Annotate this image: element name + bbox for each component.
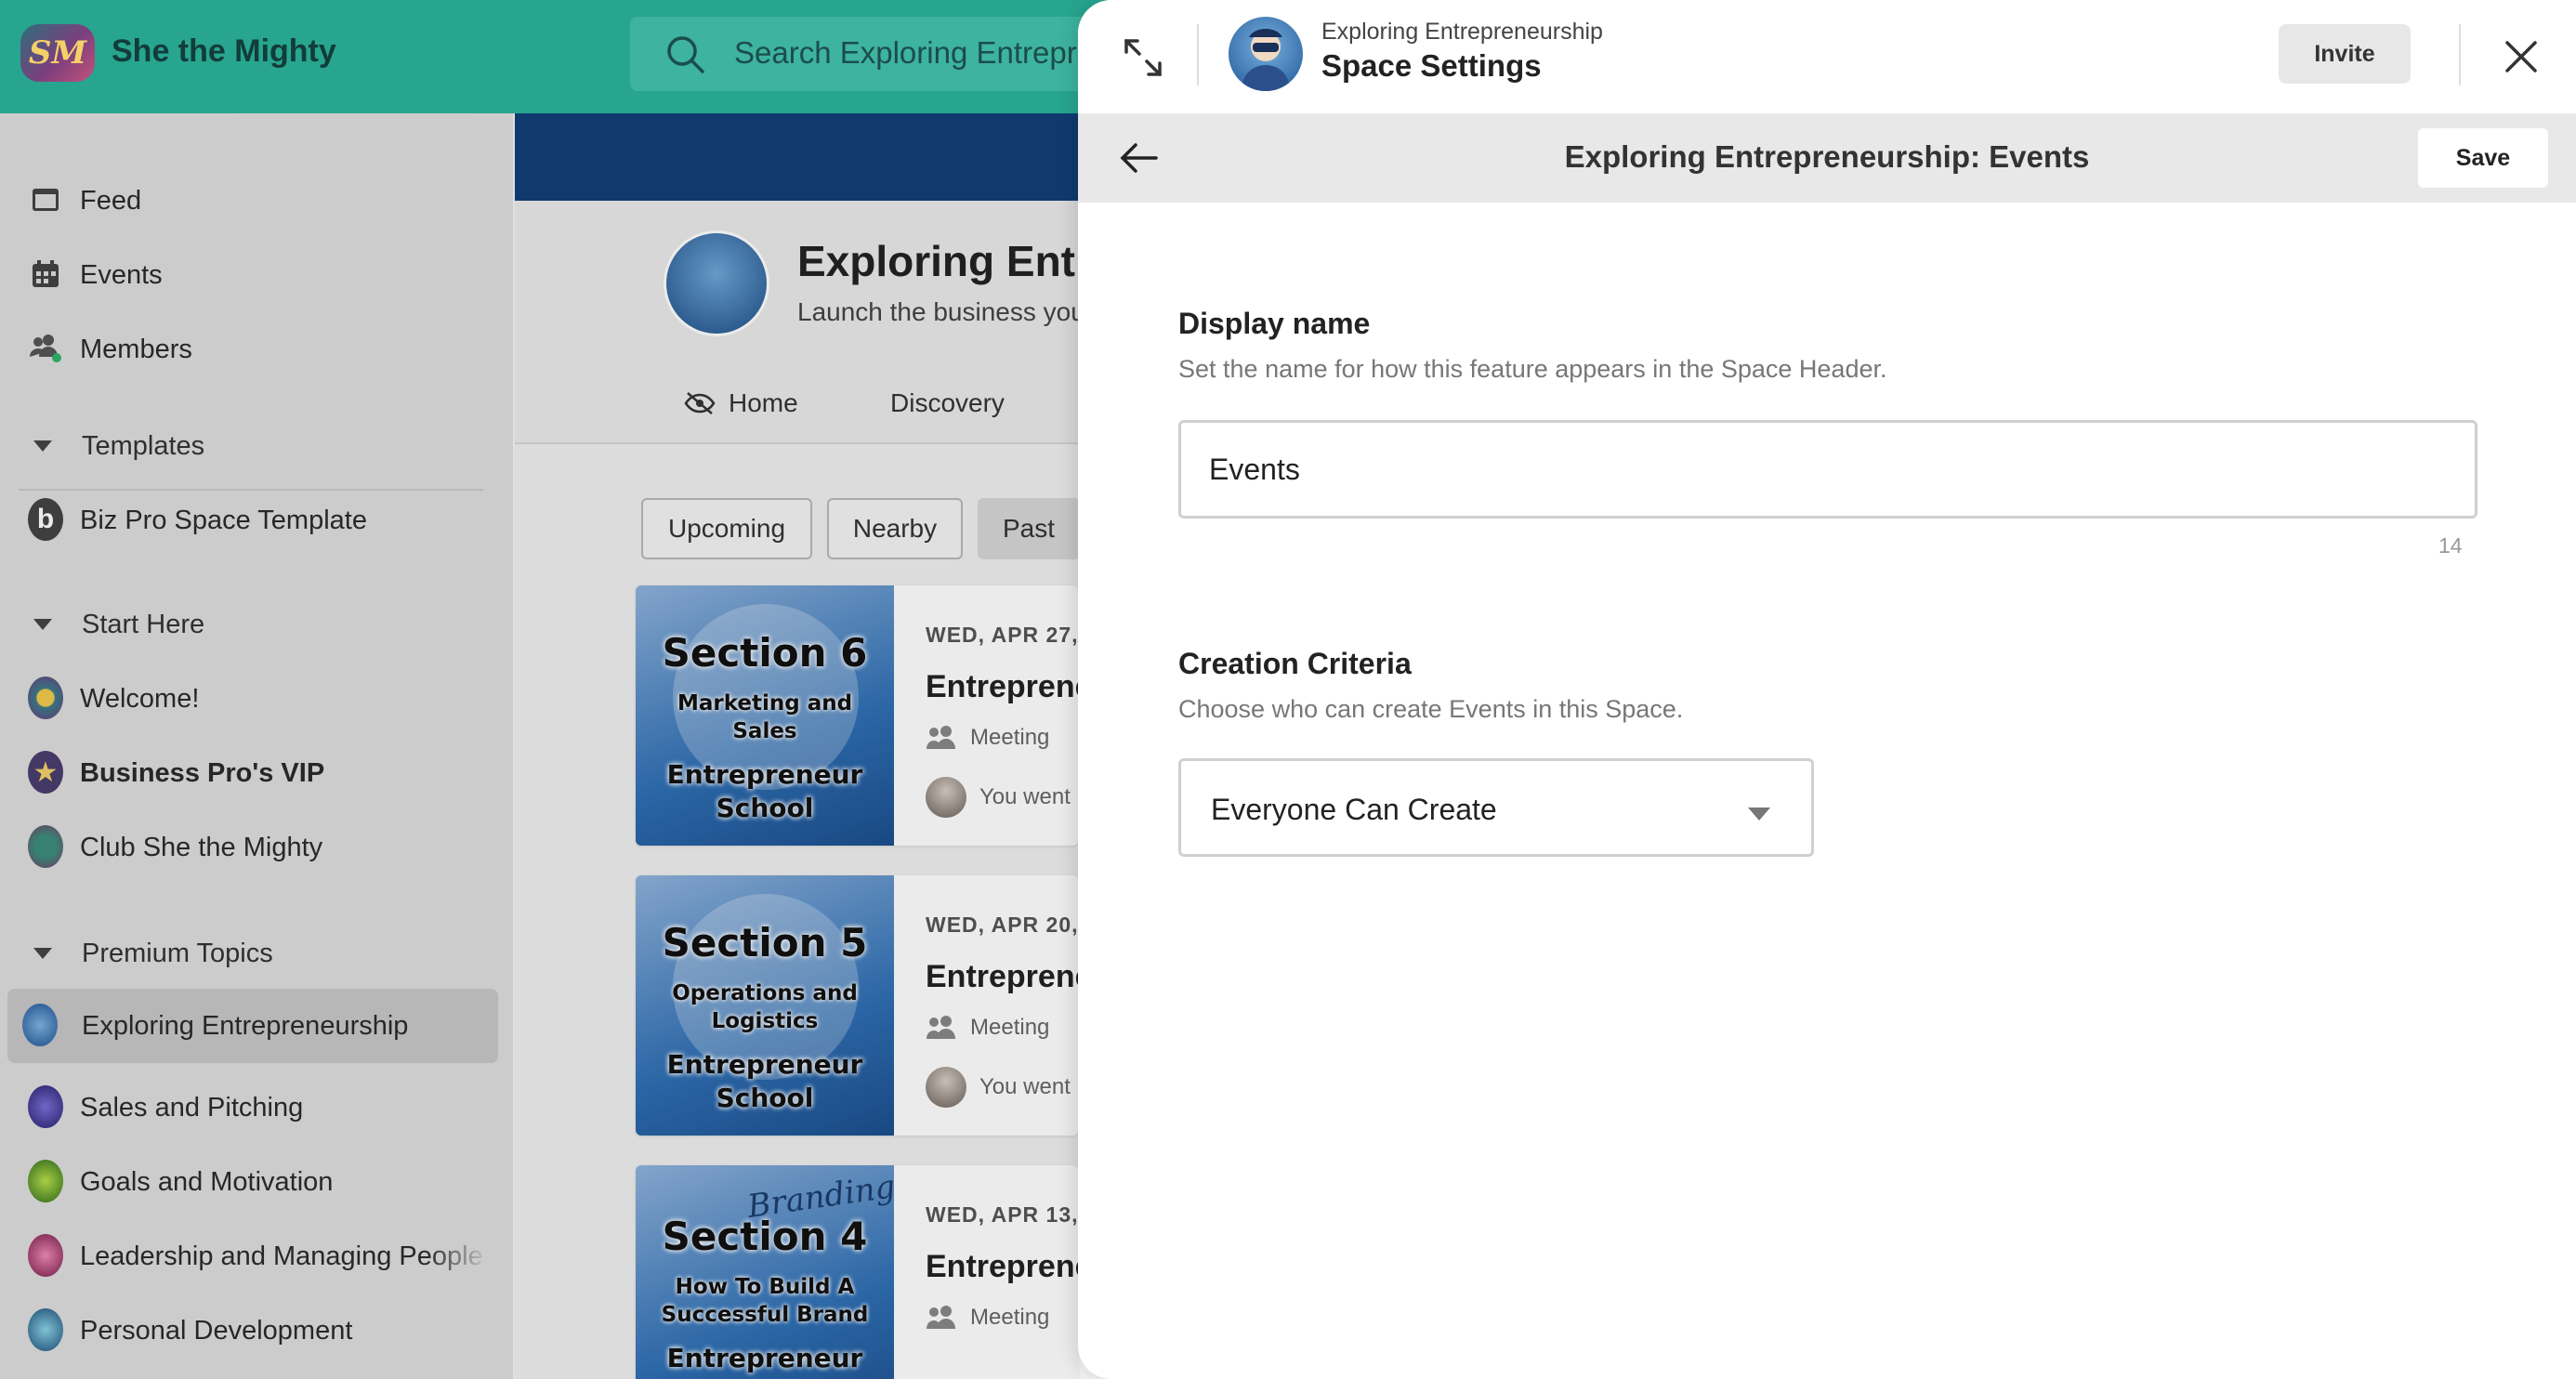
dim-overlay [0, 113, 1078, 1379]
select-value: Everyone Can Create [1211, 793, 1497, 826]
chevron-down-icon [1748, 808, 1770, 821]
panel-title: Space Settings [1321, 48, 1542, 83]
space-settings-panel: Exploring Entrepreneurship Space Setting… [1078, 0, 2576, 1379]
panel-header: Exploring Entrepreneurship Space Setting… [1078, 0, 2576, 113]
search-bar[interactable]: Search Exploring Entrepreneurship [630, 17, 1113, 91]
search-input[interactable]: Search Exploring Entrepreneurship [734, 35, 1113, 71]
close-icon[interactable] [2498, 33, 2544, 80]
save-button[interactable]: Save [2418, 128, 2548, 188]
subheader-title: Exploring Entrepreneurship: Events [1564, 139, 2090, 174]
creation-criteria-label: Creation Criteria [1178, 647, 1412, 680]
expand-icon[interactable] [1119, 33, 1167, 82]
display-name-input[interactable] [1178, 420, 2477, 519]
display-name-label: Display name [1178, 307, 1371, 340]
invite-button[interactable]: Invite [2279, 24, 2411, 84]
space-avatar [1229, 17, 1303, 91]
character-count: 14 [2438, 533, 2463, 558]
display-name-help: Set the name for how this feature appear… [1178, 355, 1887, 383]
creation-criteria-select[interactable]: Everyone Can Create [1178, 758, 1814, 857]
header-divider [1197, 24, 1199, 85]
brand-logo[interactable]: SM [20, 24, 95, 82]
brand-name[interactable]: She the Mighty [112, 33, 336, 70]
panel-subheader: Exploring Entrepreneurship: Events Save [1078, 113, 2576, 203]
search-icon [667, 36, 704, 73]
creation-criteria-help: Choose who can create Events in this Spa… [1178, 695, 1684, 723]
header-divider [2459, 24, 2461, 85]
panel-breadcrumb: Exploring Entrepreneurship [1321, 19, 1603, 45]
